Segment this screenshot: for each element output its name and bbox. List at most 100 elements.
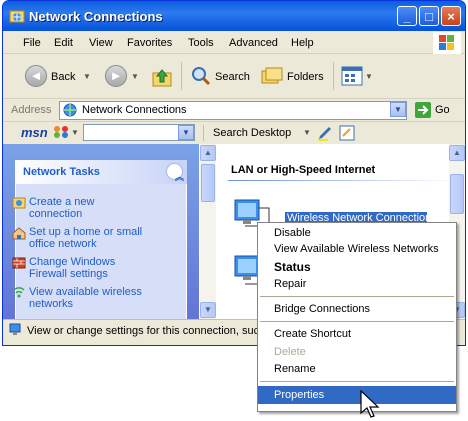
scroll-down-icon: ▼ xyxy=(204,305,212,314)
wireless-icon xyxy=(13,287,25,298)
chevron-down-icon: ▼ xyxy=(182,128,190,137)
mouse-cursor-icon xyxy=(360,390,380,418)
menu-item-label: View Available Wireless Networks xyxy=(274,243,439,255)
menu-bar: File Edit View Favorites Tools Advanced … xyxy=(3,31,465,54)
task-home-network[interactable]: Set up a home or small office network xyxy=(12,226,149,250)
menu-item-create-shortcut[interactable]: Create Shortcut xyxy=(258,325,456,343)
msn-search-dropdown-button[interactable]: ▼ xyxy=(178,125,194,140)
back-arrow-icon: ◄ xyxy=(29,68,43,83)
task-label: View available wireless networks xyxy=(29,286,142,310)
menu-item-bridge[interactable]: Bridge Connections xyxy=(258,300,456,318)
menu-separator xyxy=(260,296,454,297)
address-bar: Address Network Connections ▼ Go xyxy=(3,99,465,122)
windows-logo-icon xyxy=(433,32,461,54)
back-button[interactable]: ◄ xyxy=(25,65,47,87)
menu-item-label: Create Shortcut xyxy=(274,328,352,340)
scroll-up-icon: ▲ xyxy=(453,148,461,157)
maximize-button[interactable]: □ xyxy=(419,6,439,26)
menu-help[interactable]: Help xyxy=(291,37,314,49)
minimize-button[interactable]: _ xyxy=(397,6,417,26)
new-connection-icon xyxy=(12,197,26,209)
task-label: Create a new connection xyxy=(29,196,95,220)
folders-icon[interactable] xyxy=(261,66,283,86)
menu-edit[interactable]: Edit xyxy=(54,37,73,49)
msn-search-input[interactable]: ▼ xyxy=(83,124,195,141)
toolbar-separator xyxy=(203,125,204,141)
window-title: Network Connections xyxy=(29,9,163,24)
menu-item-repair[interactable]: Repair xyxy=(258,275,456,293)
network-folder-icon xyxy=(9,10,25,23)
scroll-up-button[interactable]: ▲ xyxy=(200,145,216,161)
address-dropdown-button[interactable]: ▼ xyxy=(390,102,406,117)
task-pane-scrollbar[interactable]: ▲ ▼ xyxy=(200,144,216,319)
task-pane: Network Tasks ︽ Create a new connection … xyxy=(3,144,199,320)
back-dropdown-icon[interactable]: ▼ xyxy=(83,72,91,81)
msn-dropdown-icon[interactable]: ▼ xyxy=(71,128,79,137)
menu-separator xyxy=(260,381,454,382)
up-folder-icon[interactable] xyxy=(151,66,173,88)
scroll-up-icon: ▲ xyxy=(204,148,212,157)
menu-item-label: Delete xyxy=(274,346,306,358)
task-label: Change Windows Firewall settings xyxy=(29,256,116,280)
close-icon: × xyxy=(447,9,455,24)
minimize-icon: _ xyxy=(403,9,411,24)
msn-toolbar: msn ▼ ▼ Search Desktop ▼ xyxy=(3,122,465,145)
standard-toolbar: ◄ Back ▼ ► ▼ Search Folders ▼ xyxy=(3,54,465,99)
context-menu: Disable View Available Wireless Networks… xyxy=(257,222,457,412)
menu-item-label: Properties xyxy=(274,389,325,401)
chevron-up-icon: ︽ xyxy=(175,172,185,182)
forward-arrow-icon: ► xyxy=(109,68,123,83)
task-create-connection[interactable]: Create a new connection xyxy=(12,196,129,220)
folders-button[interactable]: Folders xyxy=(287,71,324,83)
scroll-thumb[interactable] xyxy=(450,174,464,214)
search-icon[interactable] xyxy=(191,66,211,86)
menu-item-view-wireless[interactable]: View Available Wireless Networks xyxy=(258,240,456,258)
forward-dropdown-icon[interactable]: ▼ xyxy=(131,72,139,81)
menu-favorites[interactable]: Favorites xyxy=(127,37,172,49)
address-field[interactable]: Network Connections ▼ xyxy=(59,101,407,120)
scroll-down-button[interactable]: ▼ xyxy=(200,302,216,318)
search-desktop-button[interactable]: Search Desktop xyxy=(213,127,291,139)
menu-item-status[interactable]: Status xyxy=(258,258,456,276)
network-tasks-title: Network Tasks xyxy=(23,166,100,178)
form-fill-icon[interactable] xyxy=(339,125,355,141)
search-desktop-dropdown-icon[interactable]: ▼ xyxy=(303,128,311,137)
forward-button[interactable]: ► xyxy=(105,65,127,87)
scroll-thumb[interactable] xyxy=(201,164,215,202)
network-connections-icon xyxy=(63,103,77,117)
msn-logo: msn xyxy=(21,125,48,140)
menu-item-label: Rename xyxy=(274,363,316,375)
toolbar-separator xyxy=(333,62,334,90)
menu-item-delete: Delete xyxy=(258,343,456,361)
menu-file[interactable]: File xyxy=(23,37,41,49)
chevron-down-icon: ▼ xyxy=(394,105,402,114)
task-firewall-settings[interactable]: Change Windows Firewall settings xyxy=(12,256,139,280)
menu-item-label: Status xyxy=(274,260,311,274)
close-button[interactable]: × xyxy=(441,6,461,26)
views-icon[interactable] xyxy=(341,66,363,86)
views-dropdown-icon[interactable]: ▼ xyxy=(365,72,373,81)
task-label: Set up a home or small office network xyxy=(29,226,143,250)
collapse-button[interactable]: ︽ xyxy=(166,163,184,182)
connection-status-icon xyxy=(9,323,21,335)
go-button[interactable]: Go xyxy=(435,104,450,116)
maximize-icon: □ xyxy=(425,9,433,24)
menu-advanced[interactable]: Advanced xyxy=(229,37,278,49)
menu-view[interactable]: View xyxy=(89,37,113,49)
home-network-icon xyxy=(12,227,26,240)
menu-item-label: Repair xyxy=(274,278,307,290)
menu-tools[interactable]: Tools xyxy=(188,37,214,49)
msn-butterfly-icon xyxy=(54,126,68,138)
title-bar[interactable]: Network Connections _ □ × xyxy=(3,1,465,31)
menu-separator xyxy=(260,321,454,322)
task-view-wireless[interactable]: View available wireless networks xyxy=(13,286,149,310)
scroll-up-button[interactable]: ▲ xyxy=(449,145,465,161)
menu-item-properties[interactable]: Properties xyxy=(258,386,456,404)
address-label: Address xyxy=(11,104,52,116)
menu-item-rename[interactable]: Rename xyxy=(258,360,456,378)
go-arrow-icon[interactable] xyxy=(415,102,431,118)
network-tasks-header[interactable]: Network Tasks ︽ xyxy=(15,160,187,184)
status-text: View or change settings for this connect… xyxy=(27,325,266,337)
highlight-pen-icon[interactable] xyxy=(317,125,333,141)
search-button[interactable]: Search xyxy=(215,71,250,83)
